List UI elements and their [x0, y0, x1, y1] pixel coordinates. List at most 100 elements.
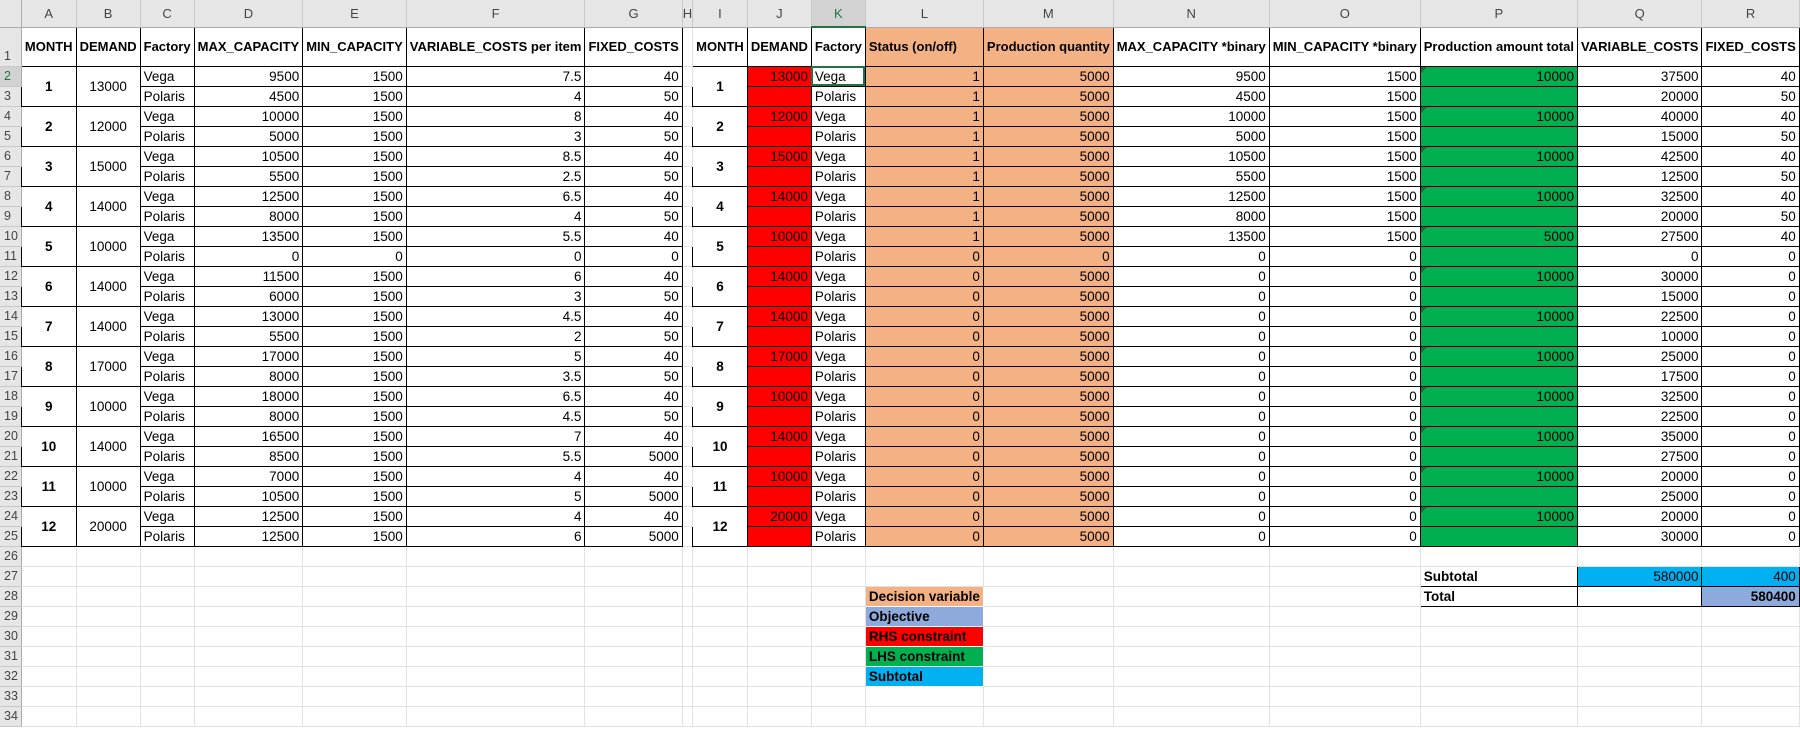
cell-c10[interactable]: Vega: [139, 225, 195, 247]
cell-o1[interactable]: MIN_CAPACITY *binary: [1268, 26, 1421, 67]
cell-k30[interactable]: [811, 626, 866, 647]
cell-q22[interactable]: 20000: [1576, 465, 1703, 487]
cell-g1[interactable]: FIXED_COSTS: [584, 26, 683, 67]
cell-p26[interactable]: [1420, 546, 1578, 567]
cell-c33[interactable]: [140, 686, 195, 707]
cell-m29[interactable]: [983, 606, 1114, 627]
cell-l17[interactable]: 0: [864, 365, 984, 387]
cell-b26[interactable]: [76, 546, 141, 567]
cell-r12[interactable]: 0: [1701, 265, 1800, 287]
cell-r10[interactable]: 40: [1701, 225, 1800, 247]
cell-i1[interactable]: MONTH: [692, 26, 748, 67]
cell-d20[interactable]: 16500: [193, 425, 304, 447]
cell-q31[interactable]: [1577, 646, 1703, 667]
cell-a34[interactable]: [21, 706, 77, 727]
cell-r22[interactable]: 0: [1701, 465, 1800, 487]
cell-p1[interactable]: Production amount total: [1419, 26, 1578, 67]
cell-h25[interactable]: [682, 526, 694, 547]
cell-p23[interactable]: [1419, 485, 1578, 507]
cell-i6[interactable]: 3: [692, 145, 748, 187]
cell-q26[interactable]: [1577, 546, 1703, 567]
cell-p15[interactable]: [1419, 325, 1578, 347]
cell-f20[interactable]: 7: [405, 425, 586, 447]
cell-m34[interactable]: [983, 706, 1114, 727]
cell-j4[interactable]: 12000: [746, 105, 812, 127]
cell-a2[interactable]: 1: [20, 65, 77, 107]
cell-j32[interactable]: [747, 666, 812, 687]
row-header[interactable]: 4: [0, 106, 22, 127]
cell-q24[interactable]: 20000: [1576, 505, 1703, 527]
cell-d5[interactable]: 5000: [193, 125, 304, 147]
cell-p17[interactable]: [1419, 365, 1578, 387]
cell-k17[interactable]: Polaris: [810, 365, 866, 387]
cell-g9[interactable]: 50: [584, 205, 683, 227]
cell-f10[interactable]: 5.5: [405, 225, 586, 247]
cell-h28[interactable]: [682, 586, 694, 607]
cell-h7[interactable]: [682, 166, 694, 187]
cell-b29[interactable]: [76, 606, 141, 627]
cell-d23[interactable]: 10500: [193, 485, 304, 507]
cell-j11[interactable]: [746, 245, 812, 267]
cell-d25[interactable]: 12500: [193, 525, 304, 547]
cell-k24[interactable]: Vega: [810, 505, 866, 527]
cell-i14[interactable]: 7: [692, 305, 748, 347]
column-header-n[interactable]: N: [1113, 0, 1270, 28]
column-header-o[interactable]: O: [1269, 0, 1421, 28]
cell-e30[interactable]: [302, 626, 407, 647]
cell-j3[interactable]: [746, 85, 812, 107]
cell-h34[interactable]: [682, 706, 694, 727]
cell-h1[interactable]: [682, 27, 694, 67]
row-header[interactable]: 33: [0, 686, 22, 707]
cell-c3[interactable]: Polaris: [139, 85, 195, 107]
cell-o24[interactable]: 0: [1268, 505, 1421, 527]
cell-l16[interactable]: 0: [864, 345, 984, 367]
cell-n21[interactable]: 0: [1112, 445, 1270, 467]
column-header-e[interactable]: E: [302, 0, 407, 28]
cell-o29[interactable]: [1269, 606, 1421, 627]
cell-l12[interactable]: 0: [864, 265, 984, 287]
cell-o26[interactable]: [1269, 546, 1421, 567]
cell-j19[interactable]: [746, 405, 812, 427]
cell-o18[interactable]: 0: [1268, 385, 1421, 407]
cell-g12[interactable]: 40: [584, 265, 683, 287]
cell-m18[interactable]: 5000: [982, 385, 1114, 407]
cell-f25[interactable]: 6: [405, 525, 586, 547]
cell-f1[interactable]: VARIABLE_COSTS per item: [405, 26, 586, 67]
cell-j9[interactable]: [746, 205, 812, 227]
cell-n29[interactable]: [1113, 606, 1270, 627]
cell-m24[interactable]: 5000: [982, 505, 1114, 527]
row-header[interactable]: 3: [0, 86, 22, 107]
cell-g15[interactable]: 50: [584, 325, 683, 347]
cell-d16[interactable]: 17000: [193, 345, 304, 367]
cell-f4[interactable]: 8: [405, 105, 586, 127]
cell-m3[interactable]: 5000: [982, 85, 1114, 107]
cell-o11[interactable]: 0: [1268, 245, 1421, 267]
cell-g22[interactable]: 40: [584, 465, 683, 487]
cell-r28[interactable]: 580400: [1701, 585, 1800, 607]
cell-p12[interactable]: 10000: [1419, 265, 1578, 287]
cell-n20[interactable]: 0: [1112, 425, 1270, 447]
cell-q25[interactable]: 30000: [1576, 525, 1703, 547]
column-header-b[interactable]: B: [76, 0, 141, 28]
legend-item[interactable]: Subtotal: [864, 665, 984, 687]
cell-g30[interactable]: [584, 626, 683, 647]
cell-a27[interactable]: [21, 566, 77, 587]
cell-k12[interactable]: Vega: [810, 265, 866, 287]
cell-f12[interactable]: 6: [405, 265, 586, 287]
cell-g17[interactable]: 50: [584, 365, 683, 387]
cell-a28[interactable]: [21, 586, 77, 607]
cell-h6[interactable]: [682, 146, 694, 167]
cell-r9[interactable]: 50: [1701, 205, 1800, 227]
cell-g16[interactable]: 40: [584, 345, 683, 367]
cell-r4[interactable]: 40: [1701, 105, 1800, 127]
cell-q9[interactable]: 20000: [1576, 205, 1703, 227]
cell-a33[interactable]: [21, 686, 77, 707]
cell-h17[interactable]: [682, 366, 694, 387]
cell-m20[interactable]: 5000: [982, 425, 1114, 447]
cell-f11[interactable]: 0: [405, 245, 586, 267]
cell-f17[interactable]: 3.5: [405, 365, 586, 387]
column-header-c[interactable]: C: [140, 0, 195, 28]
cell-p2[interactable]: 10000: [1419, 65, 1578, 87]
cell-f23[interactable]: 5: [405, 485, 586, 507]
cell-k21[interactable]: Polaris: [810, 445, 866, 467]
